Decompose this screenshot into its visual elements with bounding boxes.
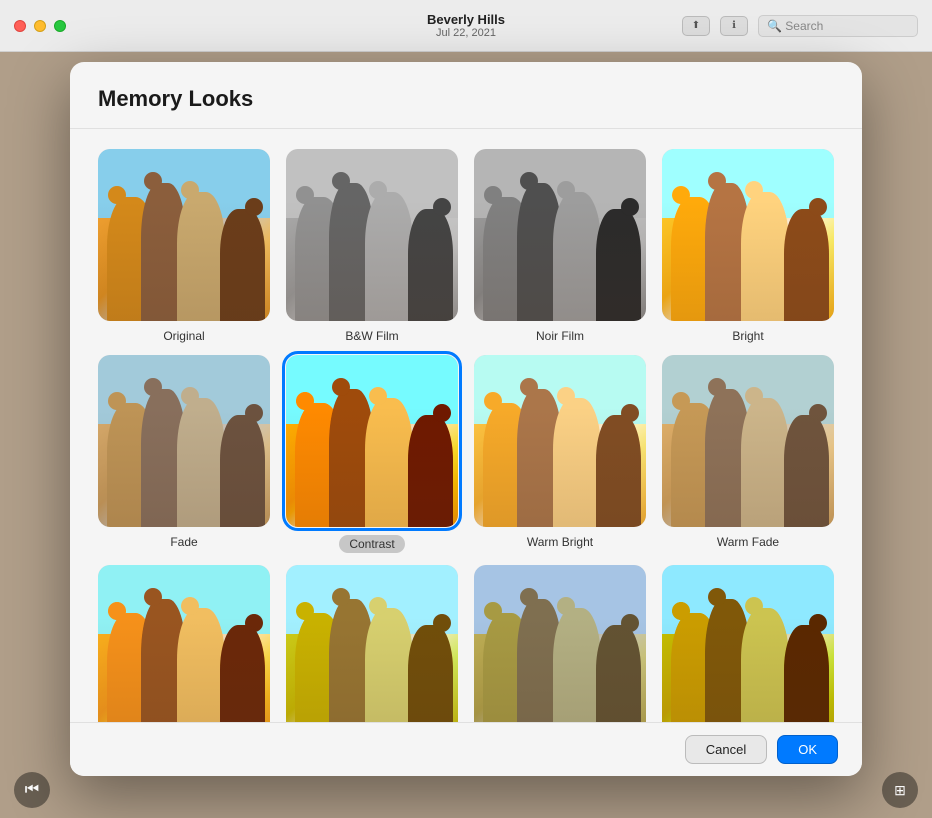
- look-item-cool-contrast[interactable]: Cool Contrast: [662, 565, 834, 722]
- share-button[interactable]: ⬆: [682, 16, 710, 36]
- look-item-noir-film[interactable]: Noir Film: [474, 149, 646, 343]
- look-label-wrap-fade: Fade: [170, 535, 197, 549]
- look-selected-label-contrast: Contrast: [339, 535, 404, 553]
- look-thumbnail-contrast: [286, 355, 458, 527]
- look-thumbnail-warm-contrast: [98, 565, 270, 722]
- dialog-body: Original B&W Film Noir Film Bright Fade Contr…: [70, 129, 862, 722]
- look-label-wrap-warm-fade: Warm Fade: [717, 535, 779, 549]
- look-label-wrap-original: Original: [163, 329, 204, 343]
- minimize-button[interactable]: [34, 20, 46, 32]
- dialog-title: Memory Looks: [98, 86, 834, 112]
- look-thumbnail-warm-bright: [474, 355, 646, 527]
- look-label-noir-film: Noir Film: [536, 329, 584, 343]
- look-thumbnail-cool-fade: [474, 565, 646, 722]
- look-item-bright[interactable]: Bright: [662, 149, 834, 343]
- window-subtitle: Jul 22, 2021: [436, 27, 496, 39]
- titlebar-controls: ⬆ ℹ 🔍 Search: [682, 15, 918, 37]
- cancel-button[interactable]: Cancel: [685, 735, 767, 764]
- maximize-button[interactable]: [54, 20, 66, 32]
- look-item-warm-contrast[interactable]: Warm Contrast: [98, 565, 270, 722]
- look-item-fade[interactable]: Fade: [98, 355, 270, 553]
- look-thumbnail-fade: [98, 355, 270, 527]
- look-label-original: Original: [163, 329, 204, 343]
- look-item-warm-fade[interactable]: Warm Fade: [662, 355, 834, 553]
- look-item-cool-fade[interactable]: Cool Fade: [474, 565, 646, 722]
- info-button[interactable]: ℹ: [720, 16, 748, 36]
- look-thumbnail-cool-bright: [286, 565, 458, 722]
- look-label-wrap-noir-film: Noir Film: [536, 329, 584, 343]
- look-label-wrap-warm-bright: Warm Bright: [527, 535, 593, 549]
- look-label-warm-fade: Warm Fade: [717, 535, 779, 549]
- ok-button[interactable]: OK: [777, 735, 838, 764]
- look-thumbnail-bright: [662, 149, 834, 321]
- grid-button[interactable]: ⊞: [882, 772, 918, 808]
- look-item-cool-bright[interactable]: Cool Bright: [286, 565, 458, 722]
- look-thumbnail-warm-fade: [662, 355, 834, 527]
- close-button[interactable]: [14, 20, 26, 32]
- look-item-bw-film[interactable]: B&W Film: [286, 149, 458, 343]
- look-label-wrap-bright: Bright: [732, 329, 763, 343]
- look-label-bright: Bright: [732, 329, 763, 343]
- look-label-fade: Fade: [170, 535, 197, 549]
- look-item-original[interactable]: Original: [98, 149, 270, 343]
- look-item-contrast[interactable]: Contrast: [286, 355, 458, 553]
- prev-button[interactable]: ⏮: [14, 772, 50, 808]
- dialog-footer: Cancel OK: [70, 722, 862, 776]
- look-thumbnail-original: [98, 149, 270, 321]
- look-thumbnail-cool-contrast: [662, 565, 834, 722]
- look-thumbnail-bw-film: [286, 149, 458, 321]
- dialog-header: Memory Looks: [70, 62, 862, 129]
- look-item-warm-bright[interactable]: Warm Bright: [474, 355, 646, 553]
- window-title: Beverly Hills: [427, 12, 505, 27]
- memory-looks-dialog: Memory Looks Original B&W Film Noir Film Br…: [70, 62, 862, 776]
- look-label-warm-bright: Warm Bright: [527, 535, 593, 549]
- titlebar: Beverly Hills Jul 22, 2021 ⬆ ℹ 🔍 Search: [0, 0, 932, 52]
- window-title-area: Beverly Hills Jul 22, 2021: [427, 12, 505, 39]
- looks-grid: Original B&W Film Noir Film Bright Fade Contr…: [98, 149, 834, 722]
- search-bar[interactable]: 🔍 Search: [758, 15, 918, 37]
- look-thumbnail-noir-film: [474, 149, 646, 321]
- look-label-wrap-contrast: Contrast: [339, 535, 404, 553]
- traffic-lights: [14, 20, 66, 32]
- look-label-bw-film: B&W Film: [345, 329, 398, 343]
- look-label-wrap-bw-film: B&W Film: [345, 329, 398, 343]
